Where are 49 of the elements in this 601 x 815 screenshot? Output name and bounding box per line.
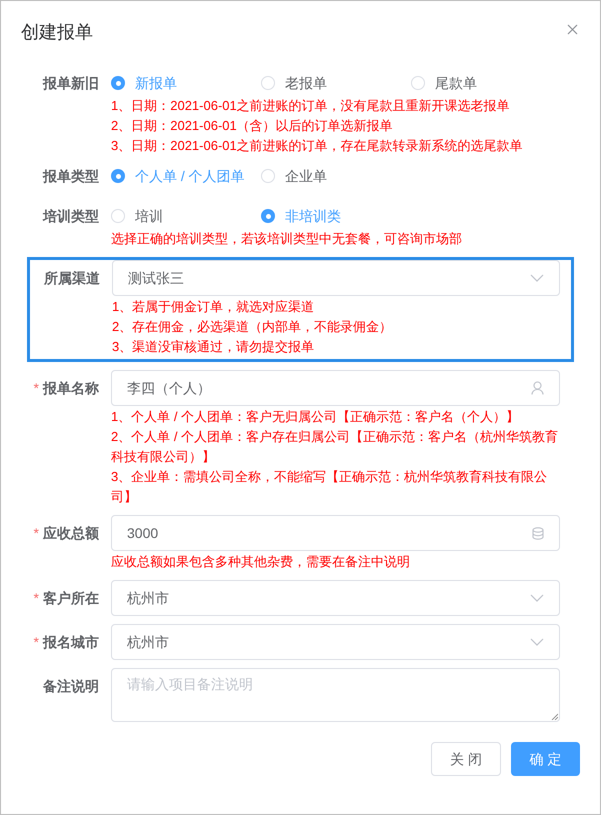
chevron-down-icon [530,274,544,282]
hint-text: 2、个人单 / 个人团单：客户存在归属公司【正确示范：客户名（杭州华筑教育科技有限公司）】 [111,428,560,466]
field-label: 所属渠道 [44,269,100,288]
input-field[interactable]: 李四（个人） [111,370,560,406]
radio-option[interactable]: 老报单 [261,72,411,94]
field-label: 报单名称 [43,379,99,398]
hint-text: 3、日期：2021-06-01之前进账的订单，存在尾款转录新系统的选尾款单 [111,137,524,155]
radio-unchecked-icon [261,169,275,183]
select-field[interactable]: 杭州市 [111,580,560,616]
close-button[interactable]: 关 闭 [431,742,501,776]
radio-unchecked-icon [111,209,125,223]
radio-checked-icon [111,76,125,90]
required-mark: * [34,379,39,398]
radio-checked-icon [111,169,125,183]
radio-option[interactable]: 培训 [111,206,261,226]
required-mark: * [34,633,39,652]
hint-text: 应收总额如果包含多种其他杂费，需要在备注中说明 [111,553,411,571]
select-field[interactable]: 测试张三 [112,260,560,296]
hint-text: 1、日期：2021-06-01之前进账的订单，没有尾款且重新开课选老报单 [111,97,511,115]
input-field[interactable]: 3000 [111,515,560,551]
chevron-down-icon [530,638,544,646]
radio-unchecked-icon [411,76,425,90]
close-icon[interactable] [567,24,578,35]
field-label: 报单类型 [43,167,99,186]
select-field[interactable]: 杭州市 [111,624,560,660]
hint-text: 3、渠道没审核通过，请勿提交报单 [112,338,316,356]
hint-text: 3、企业单：需填公司全称，不能缩写【正确示范：杭州华筑教育科技有限公司】 [111,468,548,506]
radio-option[interactable]: 尾款单 [411,72,561,94]
field-label: 培训类型 [43,207,99,226]
field-label: 备注说明 [43,677,99,696]
field-label: 报名城市 [43,633,99,652]
dialog-title: 创建报单 [21,21,93,44]
radio-unchecked-icon [261,76,275,90]
radio-option[interactable]: 企业单 [261,166,411,186]
coins-icon [532,526,544,540]
hint-text: 选择正确的培训类型，若该培训类型中无套餐，可咨询市场部 [111,230,463,248]
radio-checked-icon [261,209,275,223]
hint-text: 2、存在佣金，必选渠道（内部单，不能录佣金） [112,318,394,336]
hint-text: 2、日期：2021-06-01（含）以后的订单选新报单 [111,117,394,135]
field-label: 报单新旧 [43,74,99,93]
resize-handle-icon [551,713,558,720]
hint-text: 1、若属于佣金订单，就选对应渠道 [112,298,316,316]
user-icon [531,381,544,395]
required-mark: * [34,589,39,608]
required-mark: * [34,524,39,543]
hint-text: 1、个人单 / 个人团单：客户无归属公司【正确示范：客户名（个人）】 [111,408,520,426]
field-label: 应收总额 [43,524,99,543]
chevron-down-icon [530,594,544,602]
field-label: 客户所在 [43,589,99,608]
